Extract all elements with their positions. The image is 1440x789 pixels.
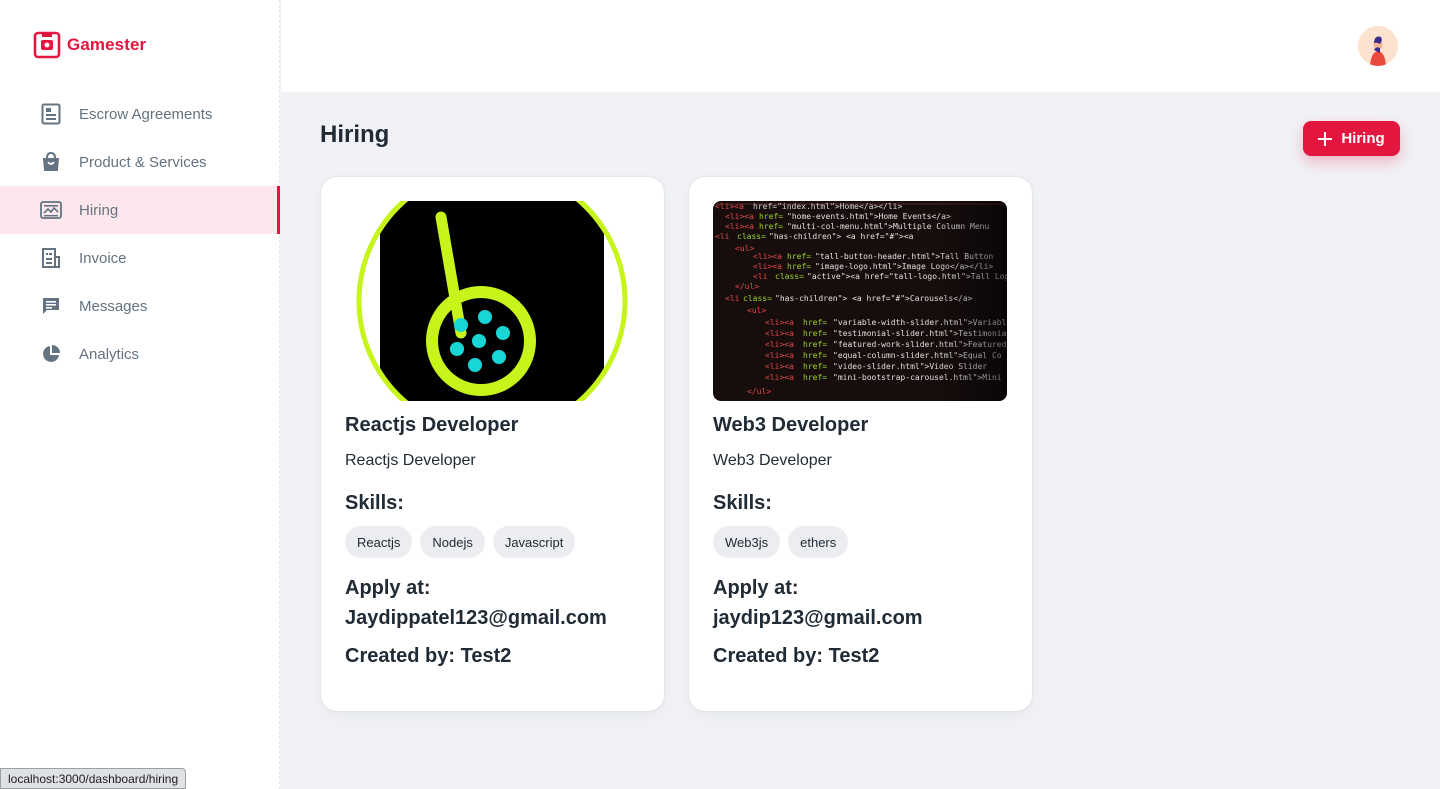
add-hiring-button[interactable]: Hiring [1303, 121, 1400, 156]
page-title: Hiring [320, 121, 390, 148]
add-hiring-button-label: Hiring [1341, 130, 1385, 147]
apply-email: Jaydippatel123@gmail.com [345, 607, 607, 629]
skills-label: Skills: [345, 492, 404, 514]
sidebar-item-product-services[interactable]: Product & Services [0, 138, 280, 186]
sidebar-item-invoice[interactable]: Invoice [0, 234, 280, 282]
sidebar-item-label: Analytics [79, 345, 140, 363]
sidebar-item-analytics[interactable]: Analytics [0, 330, 280, 378]
status-bar-url: localhost:3000/dashboard/hiring [0, 768, 187, 789]
message-icon [40, 295, 62, 317]
job-subtitle: Web3 Developer [713, 452, 832, 469]
sidebar-item-label: Product & Services [79, 153, 207, 171]
skills-list: Web3js ethers [713, 526, 849, 558]
top-bar [281, 0, 1440, 92]
user-avatar[interactable] [1358, 26, 1398, 66]
skills-label: Skills: [713, 492, 772, 514]
created-by: Created by: Test2 [713, 645, 880, 667]
sidebar-item-label: Hiring [79, 201, 119, 219]
skill-chip: Javascript [492, 526, 576, 558]
job-image: <li><ahref="index.html">Home</a></li> <l… [713, 201, 1007, 401]
job-title: Reactjs Developer [345, 414, 519, 436]
sidebar-nav: Escrow Agreements Product & Services Hir… [0, 90, 280, 378]
sidebar-item-messages[interactable]: Messages [0, 282, 280, 330]
job-card[interactable]: <li><ahref="index.html">Home</a></li> <l… [689, 177, 1032, 711]
created-by: Created by: Test2 [345, 645, 512, 667]
app-name: Gamester [67, 35, 147, 54]
app-logo[interactable]: Gamester [33, 31, 146, 59]
sidebar-item-label: Escrow Agreements [79, 105, 213, 123]
skill-chip: Web3js [713, 526, 781, 558]
hiring-icon [40, 199, 62, 221]
job-title: Web3 Developer [713, 414, 869, 436]
apply-label: Apply at: [713, 577, 799, 599]
pie-chart-icon [40, 343, 62, 365]
sidebar-item-label: Messages [79, 297, 148, 315]
sidebar-item-label: Invoice [79, 249, 127, 267]
sidebar-item-escrow-agreements[interactable]: Escrow Agreements [0, 90, 280, 138]
skill-chip: Nodejs [420, 526, 485, 558]
sidebar: Gamester Escrow Agreements Product & Ser… [0, 0, 280, 789]
skills-list: Reactjs Nodejs Javascript [345, 526, 576, 558]
plus-icon [1318, 131, 1333, 146]
skill-chip: ethers [788, 526, 849, 558]
job-subtitle: Reactjs Developer [345, 452, 476, 469]
document-icon [40, 103, 62, 125]
skill-chip: Reactjs [345, 526, 413, 558]
job-card[interactable]: Reactjs Developer Reactjs Developer Skil… [321, 177, 664, 711]
gamester-logo-icon [33, 31, 61, 59]
apply-email: jaydip123@gmail.com [713, 607, 923, 629]
apply-label: Apply at: [345, 577, 431, 599]
invoice-icon [40, 247, 62, 269]
bag-icon [40, 151, 62, 173]
job-image [345, 201, 639, 401]
sidebar-item-hiring[interactable]: Hiring [0, 186, 280, 234]
